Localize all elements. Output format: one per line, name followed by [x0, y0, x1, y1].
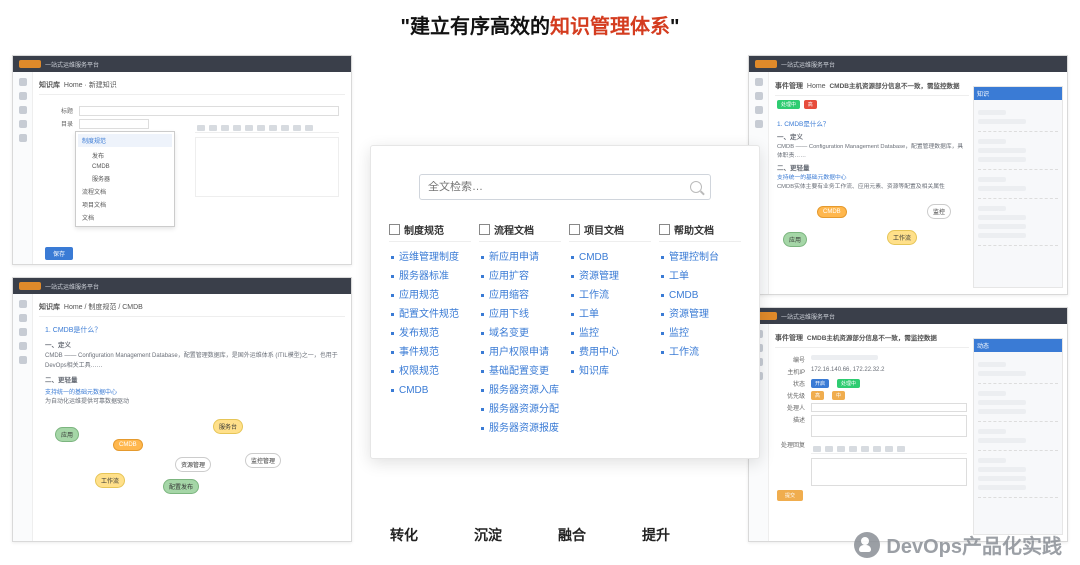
doc-link[interactable]: 工单: [569, 305, 651, 324]
screenshot-knowledge-create: 一站式运维服务平台 知识库 Home · 新建知识 标题 目录 制度规范 发布 …: [12, 55, 352, 265]
doc-link[interactable]: 知识库: [569, 362, 651, 381]
reply-editor[interactable]: [811, 458, 967, 486]
category-header: 项目文档: [569, 222, 651, 242]
submit-button[interactable]: 提交: [777, 490, 803, 501]
doc-link[interactable]: 工作流: [659, 343, 741, 362]
screenshot-event-form: 一站式运维服务平台 事件管理 CMDB主机资源部分信息不一致，需监控数据 编号 …: [748, 307, 1068, 542]
save-button[interactable]: 保存: [45, 247, 73, 260]
category-header: 帮助文档: [659, 222, 741, 242]
platform-name: 一站式运维服务平台: [45, 60, 99, 69]
category-column: 帮助文档管理控制台工单CMDB资源管理监控工作流: [659, 222, 741, 438]
legend-item: 沉淀: [474, 525, 502, 545]
wechat-icon: [854, 532, 880, 558]
legend-item: 转化: [390, 525, 418, 545]
mindmap-node: CMDB: [113, 439, 143, 451]
doc-link[interactable]: 资源管理: [569, 267, 651, 286]
doc-link[interactable]: 服务器资源入库: [479, 381, 561, 400]
watermark: DevOps产品化实践: [854, 530, 1062, 559]
category-column: 项目文档 CMDB资源管理工作流工单监控费用中心知识库: [569, 222, 651, 438]
side-knowledge-panel: 知识: [973, 86, 1063, 288]
doc-link[interactable]: 监控: [659, 324, 741, 343]
category-column: 流程文档新应用申请应用扩容应用缩容应用下线域名变更用户权限申请基础配置变更服务器…: [479, 222, 561, 438]
category-header: 制度规范: [389, 222, 471, 242]
doc-link[interactable]: 配置文件规范: [389, 305, 471, 324]
category-column: 制度规范运维管理制度服务器标准应用规范配置文件规范发布规范事件规范权限规范CMD…: [389, 222, 471, 438]
doc-link[interactable]: 权限规范: [389, 362, 471, 381]
title-highlight: 知识管理体系: [550, 16, 670, 38]
legend: 转化 沉淀 融合 提升: [390, 525, 670, 545]
doc-link[interactable]: 应用扩容: [479, 267, 561, 286]
search-icon[interactable]: [690, 181, 702, 193]
title-prefix: "建立有序高效的: [401, 16, 550, 38]
dir-select[interactable]: [79, 119, 149, 129]
doc-link[interactable]: 服务器资源分配: [479, 400, 561, 419]
doc-link[interactable]: 管理控制台: [659, 248, 741, 267]
priority-badge: 高: [804, 100, 817, 109]
dir-dropdown[interactable]: 制度规范 发布 CMDB 服务器 流程文档 项目文档 文档: [75, 131, 175, 227]
doc-link[interactable]: 监控: [569, 324, 651, 343]
brand-logo: [19, 60, 41, 68]
search-input[interactable]: [428, 181, 690, 193]
status-badge: 处理中: [777, 100, 800, 109]
module-title: 知识库: [39, 82, 60, 89]
doc-link[interactable]: 应用下线: [479, 305, 561, 324]
doc-heading: 1. CMDB是什么？: [45, 325, 339, 335]
doc-link[interactable]: CMDB: [569, 248, 651, 267]
doc-link[interactable]: 发布规范: [389, 324, 471, 343]
doc-link[interactable]: 资源管理: [659, 305, 741, 324]
doc-link[interactable]: 工单: [659, 267, 741, 286]
title-input[interactable]: [79, 106, 339, 116]
screenshot-knowledge-detail: 一站式运维服务平台 知识库 Home / 制度规范 / CMDB 1. CMDB…: [12, 277, 352, 542]
doc-link[interactable]: 费用中心: [569, 343, 651, 362]
doc-link[interactable]: CMDB: [659, 286, 741, 305]
doc-link[interactable]: 运维管理制度: [389, 248, 471, 267]
screenshot-event-with-knowledge: 一站式运维服务平台 事件管理 Home CMDB主机资源部分信息不一致，需监控数…: [748, 55, 1068, 295]
side-activity-panel: 动态: [973, 338, 1063, 535]
doc-link[interactable]: 工作流: [569, 286, 651, 305]
knowledge-portal-card: 制度规范运维管理制度服务器标准应用规范配置文件规范发布规范事件规范权限规范CMD…: [370, 145, 760, 459]
doc-link[interactable]: 基础配置变更: [479, 362, 561, 381]
doc-link[interactable]: CMDB: [389, 381, 471, 400]
title-suffix: ": [670, 16, 679, 38]
legend-item: 融合: [558, 525, 586, 545]
doc-link[interactable]: 应用规范: [389, 286, 471, 305]
doc-link[interactable]: 用户权限申请: [479, 343, 561, 362]
legend-item: 提升: [642, 525, 670, 545]
doc-link[interactable]: 应用缩容: [479, 286, 561, 305]
doc-link[interactable]: 服务器标准: [389, 267, 471, 286]
search-box[interactable]: [419, 174, 711, 200]
category-header: 流程文档: [479, 222, 561, 242]
doc-link[interactable]: 服务器资源报废: [479, 419, 561, 438]
doc-link[interactable]: 事件规范: [389, 343, 471, 362]
doc-link[interactable]: 新应用申请: [479, 248, 561, 267]
doc-link[interactable]: 域名变更: [479, 324, 561, 343]
